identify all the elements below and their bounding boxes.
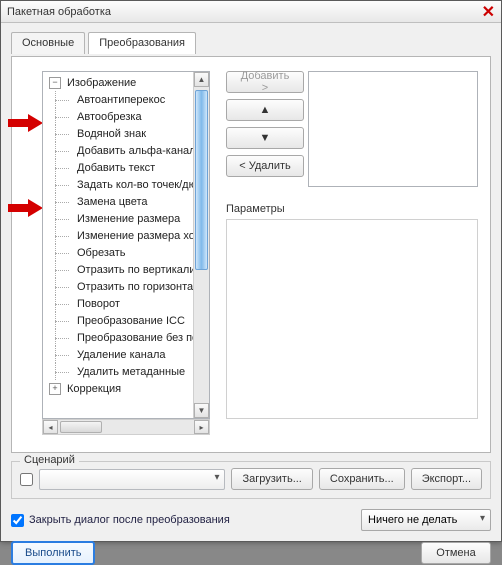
tree-item[interactable]: Изменение размера холста [49,227,209,244]
scroll-left-icon[interactable]: ◂ [43,420,58,434]
tree-item-label: Добавить текст [75,162,157,174]
dialog-buttons: Выполнить Отмена [11,541,491,565]
scenario-legend: Сценарий [20,454,79,466]
scenario-checkbox[interactable] [20,473,33,486]
tree-group-correction-label: Коррекция [65,383,123,395]
tree-item[interactable]: Водяной знак [49,125,209,142]
cancel-button[interactable]: Отмена [421,542,491,564]
close-after-text: Закрыть диалог после преобразования [29,514,230,526]
tree-item-label: Добавить альфа-канал [75,145,198,157]
tree-group-image-label: Изображение [65,77,138,89]
transform-tree[interactable]: − Изображение Автоантиперекос Автообрезка… [42,71,210,419]
titlebar: Пакетная обработка ✕ [1,1,501,23]
scenario-combo[interactable] [39,469,225,490]
window-title: Пакетная обработка [7,6,111,18]
parameters-label: Параметры [226,203,285,215]
close-after-checkbox[interactable] [11,514,24,527]
tree-horizontal-scrollbar[interactable]: ◂ ▸ [42,419,210,435]
options-row: Закрыть диалог после преобразования Ниче… [11,509,491,531]
tree-content: − Изображение Автоантиперекос Автообрезка… [43,72,209,418]
tab-basic[interactable]: Основные [11,32,85,54]
tree-item[interactable]: Изменение размера [49,210,209,227]
tree-item-label: Отразить по вертикали [75,264,197,276]
tree-item-label: Отразить по горизонтали [75,281,208,293]
load-button[interactable]: Загрузить... [231,468,312,490]
selected-transforms-list[interactable] [308,71,478,187]
tree-item-label: Изменение размера холста [75,230,209,242]
save-button[interactable]: Сохранить... [319,468,405,490]
tab-transforms[interactable]: Преобразования [88,32,196,54]
post-action-combo[interactable]: Ничего не делать [361,509,491,531]
export-button[interactable]: Экспорт... [411,468,482,490]
tree-item[interactable]: Преобразование без потерь [49,329,209,346]
tree-group-correction[interactable]: + Коррекция [49,380,209,397]
tree-item[interactable]: Замена цвета [49,193,209,210]
tree-item[interactable]: Удалить метаданные [49,363,209,380]
tree-item-label: Обрезать [75,247,128,259]
delete-button[interactable]: < Удалить [226,155,304,177]
scenario-group: Сценарий Загрузить... Сохранить... Экспо… [11,461,491,499]
tree-item[interactable]: Поворот [49,295,209,312]
move-up-button[interactable]: ▲ [226,99,304,121]
tree-item-label: Удалить метаданные [75,366,187,378]
scroll-thumb[interactable] [195,90,208,270]
run-button[interactable]: Выполнить [11,541,95,565]
tree-item-label: Водяной знак [75,128,148,140]
tree-item-label: Преобразование без потерь [75,332,209,344]
tree-item[interactable]: Отразить по горизонтали [49,278,209,295]
parameters-panel [226,219,478,419]
scroll-right-icon[interactable]: ▸ [194,420,209,434]
close-after-checkbox-label[interactable]: Закрыть диалог после преобразования [11,514,230,527]
scroll-down-icon[interactable]: ▼ [194,403,209,418]
tree-item-label: Автоантиперекос [75,94,167,106]
tree-item-label: Изменение размера [75,213,182,225]
tree-item[interactable]: Преобразование ICC [49,312,209,329]
add-button[interactable]: Добавить > [226,71,304,93]
tabs: Основные Преобразования [11,31,491,57]
tree-item-label: Поворот [75,298,122,310]
annotation-arrow-resize [8,198,44,218]
expand-icon[interactable]: + [49,383,61,395]
collapse-icon[interactable]: − [49,77,61,89]
tree-item-label: Автообрезка [75,111,144,123]
tree-item[interactable]: Обрезать [49,244,209,261]
tree-item[interactable]: Добавить альфа-канал [49,142,209,159]
tree-group-image[interactable]: − Изображение [49,74,209,91]
tree-vertical-scrollbar[interactable]: ▲ ▼ [193,72,209,418]
tree-item[interactable]: Автообрезка [49,108,209,125]
tab-body-transforms: − Изображение Автоантиперекос Автообрезка… [11,57,491,453]
post-action-value: Ничего не делать [368,514,457,526]
tree-item[interactable]: Удаление канала [49,346,209,363]
tree-item[interactable]: Добавить текст [49,159,209,176]
close-icon[interactable]: ✕ [482,2,495,22]
tree-item[interactable]: Задать кол-во точек/дюйм [49,176,209,193]
tree-item-label: Удаление канала [75,349,168,361]
tree-item[interactable]: Отразить по вертикали [49,261,209,278]
scroll-hthumb[interactable] [60,421,102,433]
tree-item-label: Задать кол-во точек/дюйм [75,179,209,191]
tree-item-label: Замена цвета [75,196,150,208]
tree-item-label: Преобразование ICC [75,315,187,327]
annotation-arrow-watermark [8,113,44,133]
move-down-button[interactable]: ▼ [226,127,304,149]
batch-dialog: Пакетная обработка ✕ Основные Преобразов… [0,0,502,542]
tree-item[interactable]: Автоантиперекос [49,91,209,108]
scroll-up-icon[interactable]: ▲ [194,72,209,87]
